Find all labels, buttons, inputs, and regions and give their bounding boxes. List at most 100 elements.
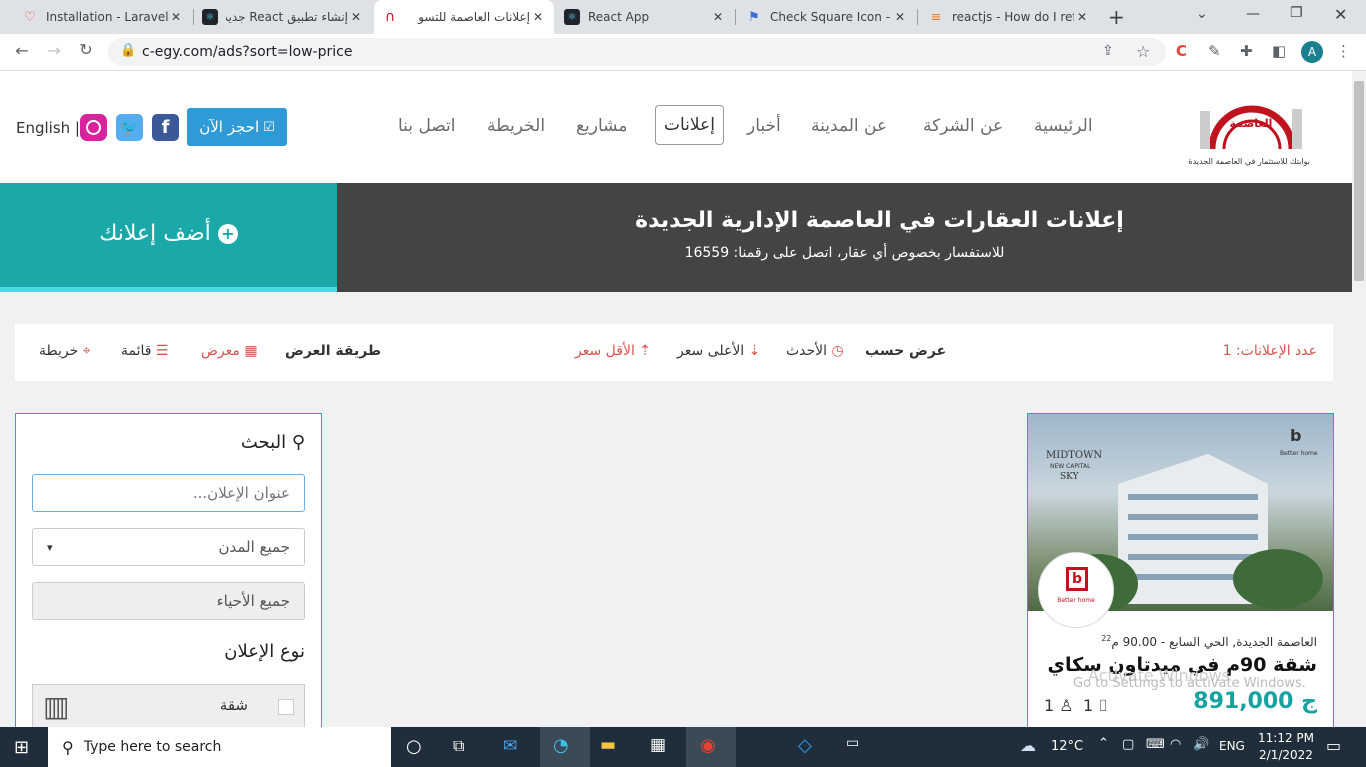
close-tab-icon[interactable]: ✕ [168,10,184,24]
city-select[interactable]: ▾ جميع المدن [32,528,305,566]
minimize-icon[interactable]: — [1246,6,1260,22]
notifications-icon[interactable]: ▭ [1326,736,1341,755]
brand-sky: SKY [1060,472,1079,482]
twitter-icon[interactable]: 🐦 [116,114,143,141]
meet-now-icon[interactable]: ▢ [1122,737,1134,752]
better-home-logo-icon: b [1290,426,1302,445]
nav-home[interactable]: الرئيسية [1034,116,1093,136]
back-icon[interactable]: ← [10,41,34,60]
side-panel-icon[interactable]: ◧ [1272,42,1286,60]
map-marker-icon: ⌖ [82,343,91,359]
tab-search-icon[interactable]: ⌄ [1196,6,1208,22]
profile-avatar[interactable]: A [1301,41,1323,63]
site-logo[interactable]: العاصمة بوابتك للاستثمار في العاصمة الجد… [1188,81,1310,171]
nav-about-company[interactable]: عن الشركة [923,116,1003,136]
browser-tab[interactable]: ⚑ Check Square Icon - R ✕ [738,0,916,34]
edge-icon[interactable]: ◔ [553,735,569,756]
share-icon[interactable]: ⇪ [1102,43,1114,59]
cortana-icon[interactable]: ○ [406,736,422,757]
sort-asc-icon: ⇡ [639,343,652,359]
input-language[interactable]: ENG [1219,739,1245,753]
baths-count: 1 ♙ [1044,696,1074,715]
vscode-icon[interactable]: ◇ [798,735,812,756]
language-switch[interactable]: English | [16,119,80,137]
file-explorer-icon[interactable]: ▬ [600,735,616,755]
ad-type-heading: نوع الإعلان [224,641,305,662]
browser-tab[interactable]: ⚛ إنشاء تطبيق React جديد ✕ [194,0,372,34]
nav-map[interactable]: الخريطة [487,116,545,136]
instagram-icon[interactable] [80,114,107,141]
url-text[interactable]: c-egy.com/ads?sort=low-price [142,44,352,60]
search-title: ⚲ البحث [240,432,305,453]
extension-pen-icon[interactable]: ✎ [1208,42,1221,60]
clock-icon: ◷ [831,343,844,359]
brand-new-capital: NEW CAPITAL [1050,463,1091,470]
district-select[interactable]: جميع الأحياء [32,582,305,620]
scrollbar-thumb[interactable] [1354,81,1364,281]
close-window-icon[interactable]: ✕ [1334,5,1347,24]
close-tab-icon[interactable]: ✕ [348,10,364,24]
wifi-icon[interactable]: ◠ [1170,737,1181,752]
search-title-input[interactable] [32,474,305,512]
close-tab-icon[interactable]: ✕ [1074,10,1090,24]
close-tab-icon[interactable]: ✕ [710,10,726,24]
site-header: العاصمة بوابتك للاستثمار في العاصمة الجد… [0,71,1352,183]
nav-contact[interactable]: اتصل بنا [398,116,456,136]
clock-date[interactable]: 2/1/2022 [1256,748,1316,762]
extension-c-icon[interactable]: C [1176,42,1187,60]
taskbar-search-box[interactable]: ⚲ Type here to search [48,727,391,767]
close-tab-icon[interactable]: ✕ [530,10,546,24]
close-tab-icon[interactable]: ✕ [892,10,908,24]
property-card[interactable]: MIDTOWN NEW CAPITAL SKY b Better home b … [1027,413,1334,727]
nav-about-city[interactable]: عن المدينة [811,116,887,136]
view-map[interactable]: خريطة ⌖ [39,343,91,359]
windows-start-icon[interactable]: ⊞ [14,737,29,758]
book-now-button[interactable]: احجز الآن ☑ [187,108,287,146]
maximize-icon[interactable]: ❐ [1290,5,1303,21]
volume-icon[interactable]: 🔊 [1193,737,1209,752]
ad-type-apartment-option[interactable]: ▥ شقة [32,684,305,727]
sort-bar: عدد الإعلانات: 1 عرض حسب الأحدث ◷ الأعلى… [15,324,1333,381]
browser-tab-active[interactable]: ∩ إعلانات العاصمة للتسو ✕ [374,0,554,34]
clock-time[interactable]: 11:12 PM [1256,731,1316,745]
lock-icon: 🔒 [120,43,137,58]
sort-newest[interactable]: الأحدث ◷ [786,343,844,359]
sort-highest-price[interactable]: الأعلى سعر ⇣ [677,343,760,359]
menu-kebab-icon[interactable]: ⋮ [1336,42,1351,60]
agent-avatar[interactable]: b Better home [1038,552,1114,628]
nav-ads[interactable]: إعلانات [655,105,724,145]
store-icon[interactable]: ▦ [650,735,666,755]
browser-tab[interactable]: ≡ reactjs - How do I refe ✕ [920,0,1098,34]
react-icon: ⚛ [202,9,218,25]
apartment-checkbox[interactable] [278,699,294,715]
sort-lowest-price[interactable]: الأقل سعر ⇡ [575,343,651,359]
temperature[interactable]: 12°C [1051,739,1083,754]
banner-title: إعلانات العقارات في العاصمة الإدارية الج… [635,208,1124,233]
extensions-puzzle-icon[interactable]: ✚ [1240,42,1253,60]
list-icon: ☰ [155,343,169,359]
mail-icon[interactable]: ✉ [503,736,517,756]
nav-news[interactable]: أخبار [747,116,781,136]
browser-tab[interactable]: ⚛ React App ✕ [556,0,734,34]
toilet-icon: ♙ [1059,696,1074,715]
terminal-icon[interactable]: ▭ [846,735,859,751]
chrome-icon[interactable]: ◉ [700,735,716,756]
facebook-icon[interactable]: f [152,114,179,141]
add-ad-button[interactable]: + أضف إعلانك [0,183,337,292]
view-list[interactable]: قائمة ☰ [121,343,168,359]
address-bar[interactable]: 🔒 c-egy.com/ads?sort=low-price ⇪ ☆ [108,38,1166,66]
keyboard-icon[interactable]: ⌨ [1146,737,1165,752]
better-home-icon: b [1066,567,1088,591]
bookmark-star-icon[interactable]: ☆ [1136,42,1150,61]
tray-chevron-up-icon[interactable]: ⌃ [1098,736,1109,751]
forward-icon[interactable]: → [42,41,66,60]
react-icon: ⚛ [564,9,580,25]
reload-icon[interactable]: ↻ [74,40,98,59]
browser-tab[interactable]: ♡ Installation - Laravel - ✕ [14,0,192,34]
page-scrollbar[interactable] [1352,71,1366,727]
new-tab-button[interactable]: + [1108,5,1125,29]
search-icon: ⚲ [291,432,305,453]
nav-projects[interactable]: مشاريع [576,116,627,136]
task-view-icon[interactable]: ⧉ [453,736,464,756]
view-gallery[interactable]: معرض ▦ [201,343,258,359]
